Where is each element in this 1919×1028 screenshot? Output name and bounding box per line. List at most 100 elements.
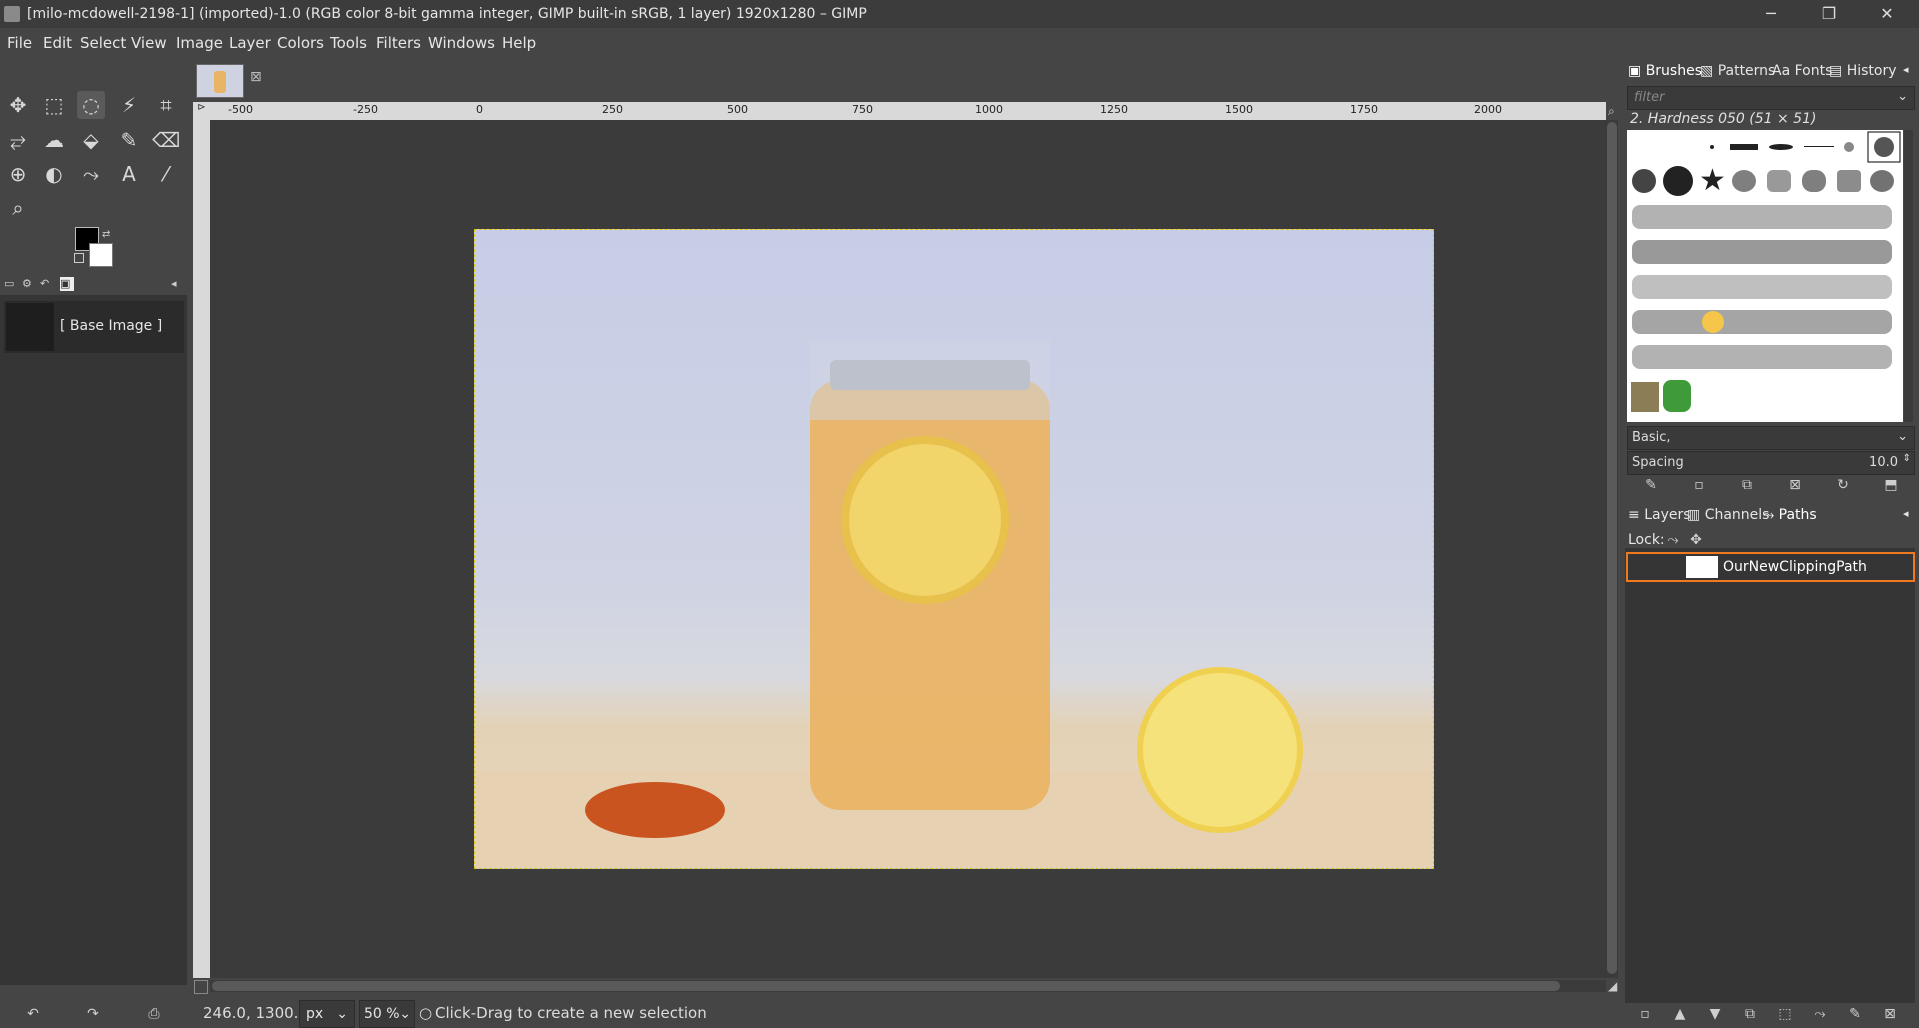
default-colors-icon[interactable] <box>74 253 84 263</box>
minimize-button[interactable]: ─ <box>1748 0 1794 28</box>
tab-channels[interactable]: ▥ Channels <box>1687 507 1769 523</box>
fuzzy-select-tool-icon[interactable]: ⚡ <box>115 91 143 119</box>
tab-fonts[interactable]: Aa Fonts <box>1772 63 1832 79</box>
gimp-app-icon <box>4 6 20 22</box>
paint-along-path-icon[interactable]: ✎ <box>1844 1003 1866 1025</box>
horizontal-ruler[interactable]: -500 -250 0 250 500 750 1000 1250 1500 1… <box>210 102 1606 120</box>
menu-image[interactable]: Image <box>176 34 223 52</box>
new-brush-icon[interactable]: ▫ <box>1688 474 1710 496</box>
tab-patterns[interactable]: ▧ Patterns <box>1700 63 1775 79</box>
restore-button[interactable]: ❐ <box>1806 0 1852 28</box>
tab-paths[interactable]: ⤳ Paths <box>1763 507 1817 523</box>
dodge-tool-icon[interactable]: ◐ <box>40 160 68 188</box>
menu-select[interactable]: Select <box>80 34 126 52</box>
ruler-tick-label: 500 <box>727 103 748 116</box>
paths-tool-icon[interactable]: ⤳ <box>77 160 105 188</box>
quick-mask-toggle-icon[interactable] <box>194 980 208 994</box>
menu-colors[interactable]: Colors <box>277 34 324 52</box>
lower-path-icon[interactable]: ▼ <box>1704 1003 1726 1025</box>
lemon-half <box>1137 667 1303 833</box>
device-status-tab-icon[interactable]: ▭ <box>4 277 18 291</box>
undo-history-tab-icon[interactable]: ↶ <box>40 277 54 291</box>
delete-brush-icon[interactable]: ⊠ <box>1784 474 1806 496</box>
menu-view[interactable]: View <box>131 34 167 52</box>
bucket-fill-tool-icon[interactable]: ⬙ <box>77 126 105 154</box>
path-name: OurNewClippingPath <box>1723 559 1867 575</box>
ruler-corner-icon[interactable]: ⊳ <box>193 102 210 120</box>
rect-select-tool-icon[interactable]: ⬚ <box>40 91 68 119</box>
lemon-slice <box>841 436 1009 604</box>
selection-to-path-icon[interactable]: ⤳ <box>1809 1003 1831 1025</box>
panel-menu-icon[interactable]: ◂ <box>171 277 185 291</box>
vertical-scrollbar-thumb[interactable] <box>1607 122 1617 974</box>
lock-label: Lock: <box>1628 532 1665 548</box>
delete-path-icon[interactable]: ⊠ <box>1879 1003 1901 1025</box>
dock-menu-icon[interactable]: ◂ <box>1903 507 1909 520</box>
tab-layers-label: Layers <box>1644 507 1691 523</box>
image-item-label: [ Base Image ] <box>60 318 163 334</box>
clone-tool-icon[interactable]: ⊕ <box>4 160 32 188</box>
refresh-brushes-icon[interactable]: ↻ <box>1832 474 1854 496</box>
image-photo-lemon-jar[interactable] <box>474 229 1434 869</box>
tab-brushes[interactable]: ▣ Brushes <box>1628 63 1702 79</box>
close-button[interactable]: ✕ <box>1864 0 1910 28</box>
undo-icon[interactable]: ↶ <box>22 1003 44 1025</box>
image-tab-thumbnail[interactable] <box>196 64 244 98</box>
horizontal-scrollbar-thumb[interactable] <box>212 981 1560 991</box>
free-select-tool-icon[interactable]: ◌ <box>77 91 105 119</box>
chevron-down-icon: ⌄ <box>1897 89 1908 104</box>
background-color-swatch[interactable] <box>89 243 113 267</box>
zoom-tool-icon[interactable]: ⌕ <box>4 194 32 222</box>
brush-8 <box>1663 166 1693 196</box>
edit-brush-icon[interactable]: ✎ <box>1640 474 1662 496</box>
redo-icon[interactable]: ↷ <box>82 1003 104 1025</box>
menu-layer[interactable]: Layer <box>229 34 271 52</box>
print-icon[interactable]: ⎙ <box>143 1003 165 1025</box>
tab-history-label: History <box>1846 63 1897 79</box>
tab-layers[interactable]: ≡ Layers <box>1628 507 1691 523</box>
dock-menu-icon[interactable]: ◂ <box>1903 63 1909 76</box>
brush-grid-scrollbar[interactable] <box>1904 130 1913 422</box>
tool-options-tab-icon[interactable]: ⚙ <box>22 277 36 291</box>
menu-filters[interactable]: Filters <box>376 34 421 52</box>
open-brush-as-image-icon[interactable]: ⬒ <box>1880 474 1902 496</box>
ruler-tick-label: 0 <box>476 103 483 116</box>
tab-history[interactable]: ▤ History <box>1829 63 1897 79</box>
navigate-icon[interactable]: ◢ <box>1608 979 1617 993</box>
menu-help[interactable]: Help <box>502 34 536 52</box>
move-tool-icon[interactable]: ✥ <box>4 91 32 119</box>
color-picker-tool-icon[interactable]: ⁄ <box>152 160 180 188</box>
crop-tool-icon[interactable]: ⌗ <box>152 91 180 119</box>
duplicate-path-icon[interactable]: ⧉ <box>1739 1003 1761 1025</box>
warp-tool-icon[interactable]: ⥂ <box>4 126 32 154</box>
menu-tools[interactable]: Tools <box>330 34 367 52</box>
brush-filter-input[interactable]: filter ⌄ <box>1627 86 1915 110</box>
filter-placeholder: filter <box>1634 90 1665 105</box>
text-tool-icon[interactable]: A <box>115 160 143 188</box>
chevron-down-icon: ⌄ <box>399 1006 411 1022</box>
new-path-icon[interactable]: ▫ <box>1634 1003 1656 1025</box>
spacing-spinner[interactable]: Spacing 10.0 ⇕ <box>1627 451 1915 475</box>
unit-selector[interactable]: px ⌄ <box>299 1000 355 1028</box>
raise-path-icon[interactable]: ▲ <box>1669 1003 1691 1025</box>
close-tab-icon[interactable]: ⊠ <box>250 69 262 85</box>
spacing-label: Spacing <box>1632 455 1684 470</box>
menu-edit[interactable]: Edit <box>43 34 72 52</box>
paintbrush-tool-icon[interactable]: ✎ <box>115 126 143 154</box>
path-to-selection-icon[interactable]: ⬚ <box>1774 1003 1796 1025</box>
vertical-ruler[interactable] <box>193 120 210 978</box>
brush-previews: ★ <box>1631 131 1901 412</box>
swap-colors-icon[interactable]: ⇄ <box>102 229 110 240</box>
jar-neck <box>810 340 1050 420</box>
eraser-tool-icon[interactable]: ⌫ <box>152 126 180 154</box>
zoom-selector[interactable]: 50 % ⌄ <box>359 1000 415 1028</box>
menu-windows[interactable]: Windows <box>428 34 495 52</box>
brush-grid[interactable]: ★ <box>1627 130 1903 422</box>
ruler-tick-label: 1250 <box>1100 103 1128 116</box>
brush-tag-combo[interactable]: Basic, ⌄ <box>1627 426 1915 450</box>
duplicate-brush-icon[interactable]: ⧉ <box>1736 474 1758 496</box>
menu-file[interactable]: File <box>7 34 32 52</box>
images-tab-icon[interactable]: ▣ <box>60 277 74 291</box>
smudge-tool-icon[interactable]: ☁ <box>40 126 68 154</box>
zoom-image-icon[interactable]: ⌕ <box>1608 104 1615 119</box>
